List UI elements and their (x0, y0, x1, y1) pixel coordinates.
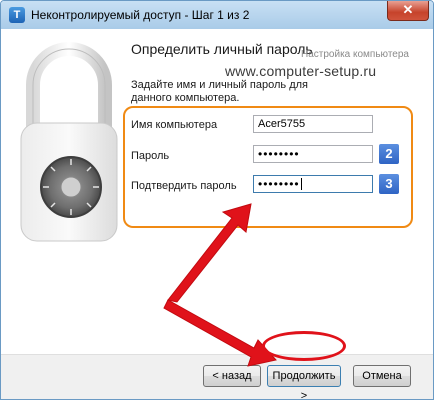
wizard-body: Определить личный пароль Настройка компь… (1, 29, 433, 399)
watermark-subtitle: Настройка компьютера (301, 49, 409, 60)
button-bar: < назад Продолжить > Отмена (1, 355, 433, 399)
confirm-password-value: •••••••• (258, 177, 300, 191)
continue-button[interactable]: Продолжить > (267, 365, 341, 399)
title-bar[interactable]: T Неконтролируемый доступ - Шаг 1 из 2 ✕ (1, 1, 433, 29)
padlock-icon (20, 42, 118, 242)
back-button[interactable]: < назад (203, 365, 261, 387)
teamviewer-app-icon: T (9, 7, 25, 23)
instruction-text: Задайте имя и личный пароль для данного … (131, 79, 308, 104)
watermark-url: www.computer-setup.ru (225, 63, 377, 79)
cancel-button[interactable]: Отмена (353, 365, 411, 387)
password-field[interactable]: •••••••• (253, 145, 373, 163)
window-title: Неконтролируемый доступ - Шаг 1 из 2 (31, 8, 250, 22)
step-badge-3: 3 (379, 174, 399, 194)
computer-name-field[interactable]: Acer5755 (253, 115, 373, 133)
step-badge-2: 2 (379, 144, 399, 164)
wizard-window: T Неконтролируемый доступ - Шаг 1 из 2 ✕ (0, 0, 434, 400)
password-label: Пароль (131, 150, 170, 162)
confirm-password-field[interactable]: •••••••• (253, 175, 373, 193)
password-value: •••••••• (258, 147, 300, 161)
computer-name-label: Имя компьютера (131, 119, 218, 131)
confirm-password-label: Подтвердить пароль (131, 180, 237, 192)
page-heading: Определить личный пароль (131, 41, 313, 57)
close-button[interactable]: ✕ (387, 1, 429, 21)
text-caret (300, 178, 302, 190)
